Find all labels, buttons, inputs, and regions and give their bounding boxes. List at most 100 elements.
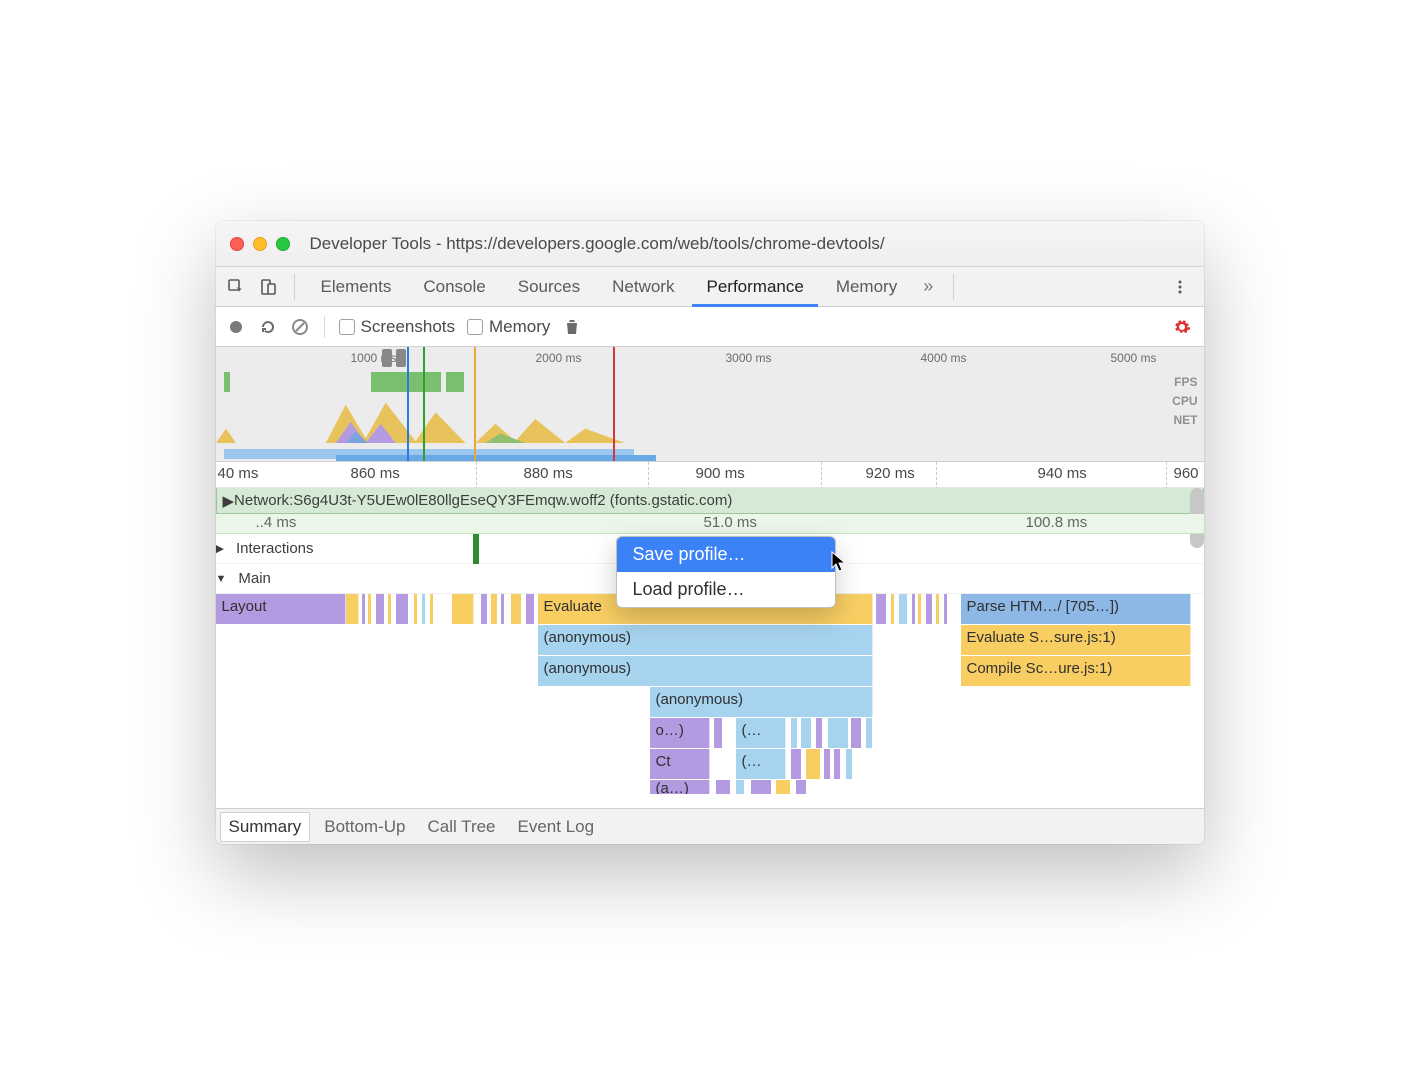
- flame-a[interactable]: (a…): [650, 780, 710, 794]
- flame-bar[interactable]: [751, 780, 771, 794]
- flame-bar[interactable]: [796, 780, 806, 794]
- frame-duration: ..4 ms: [256, 514, 297, 531]
- flame-bar[interactable]: [866, 718, 872, 748]
- maximize-window-icon[interactable]: [276, 237, 290, 251]
- flame-bar[interactable]: [422, 594, 425, 624]
- flame-bar[interactable]: [716, 780, 730, 794]
- devtools-tabbar: Elements Console Sources Network Perform…: [216, 267, 1204, 307]
- flame-bar[interactable]: [430, 594, 433, 624]
- flame-bar[interactable]: [452, 594, 474, 624]
- tab-bottom-up[interactable]: Bottom-Up: [316, 813, 413, 841]
- memory-checkbox[interactable]: Memory: [467, 317, 550, 337]
- main-label: Main: [230, 570, 271, 587]
- tab-elements[interactable]: Elements: [307, 267, 406, 307]
- flame-bar[interactable]: [899, 594, 907, 624]
- clear-icon[interactable]: [290, 317, 310, 337]
- tab-network[interactable]: Network: [598, 267, 688, 307]
- flame-anonymous[interactable]: (anonymous): [650, 687, 873, 717]
- flame-anonymous[interactable]: (anonymous): [538, 656, 873, 686]
- close-window-icon[interactable]: [230, 237, 244, 251]
- kebab-menu-icon[interactable]: [1166, 273, 1194, 301]
- flame-bar[interactable]: [362, 594, 365, 624]
- flame-bar[interactable]: [816, 718, 822, 748]
- titlebar[interactable]: Developer Tools - https://developers.goo…: [216, 221, 1204, 267]
- flame-bar[interactable]: [912, 594, 915, 624]
- inspect-element-icon[interactable]: [222, 273, 250, 301]
- flame-bar[interactable]: [481, 594, 487, 624]
- reload-record-icon[interactable]: [258, 317, 278, 337]
- flame-bar[interactable]: [876, 594, 886, 624]
- flame-compile-s[interactable]: Compile Sc…ure.js:1): [961, 656, 1191, 686]
- flame-bar[interactable]: [936, 594, 939, 624]
- flame-bar[interactable]: [776, 780, 790, 794]
- ruler-tick: 900 ms: [696, 465, 745, 482]
- flame-bar[interactable]: [828, 718, 848, 748]
- flame-bar[interactable]: [491, 594, 497, 624]
- devtools-window: Developer Tools - https://developers.goo…: [216, 221, 1204, 844]
- overview-selection-handle[interactable]: [396, 349, 406, 367]
- flame-o[interactable]: o…): [650, 718, 710, 748]
- flame-layout[interactable]: Layout: [216, 594, 346, 624]
- flame-chart-area[interactable]: ▶ Network :S6g4U3t-Y5UEw0lE80llgEseQY3FE…: [216, 488, 1204, 808]
- separator: [294, 274, 295, 300]
- frame-duration: 100.8 ms: [1026, 514, 1088, 531]
- flame-bar[interactable]: [846, 749, 852, 779]
- timeline-overview[interactable]: 1000 ms 2000 ms 3000 ms 4000 ms 5000 ms …: [216, 347, 1204, 462]
- minimize-window-icon[interactable]: [253, 237, 267, 251]
- marker-dcl: [407, 347, 409, 461]
- garbage-collect-icon[interactable]: [562, 317, 582, 337]
- flame-bar[interactable]: [714, 718, 722, 748]
- flame-bar[interactable]: [926, 594, 932, 624]
- tab-call-tree[interactable]: Call Tree: [419, 813, 503, 841]
- record-icon[interactable]: [226, 317, 246, 337]
- flame-parse-html[interactable]: Parse HTM…/ [705…]): [961, 594, 1191, 624]
- flame-bar[interactable]: [824, 749, 830, 779]
- context-menu-load-profile[interactable]: Load profile…: [617, 572, 835, 607]
- flame-paren[interactable]: (…: [736, 749, 786, 779]
- flame-bar[interactable]: [791, 718, 797, 748]
- context-menu-save-profile[interactable]: Save profile…: [617, 537, 835, 572]
- tab-console[interactable]: Console: [409, 267, 499, 307]
- flame-bar[interactable]: [526, 594, 534, 624]
- flame-bar[interactable]: [736, 780, 744, 794]
- cpu-graph: [216, 395, 1154, 443]
- flame-bar[interactable]: [501, 594, 504, 624]
- flame-bar[interactable]: [918, 594, 921, 624]
- frames-row[interactable]: ..4 ms 51.0 ms 100.8 ms: [216, 514, 1204, 534]
- flame-ct[interactable]: Ct: [650, 749, 710, 779]
- tab-event-log[interactable]: Event Log: [510, 813, 603, 841]
- settings-icon[interactable]: [1172, 317, 1192, 337]
- screenshots-checkbox[interactable]: Screenshots: [339, 317, 456, 337]
- tab-summary[interactable]: Summary: [220, 812, 311, 842]
- tab-memory[interactable]: Memory: [822, 267, 911, 307]
- ruler-tick: 960: [1174, 465, 1199, 482]
- flame-bar[interactable]: [368, 594, 371, 624]
- tab-performance[interactable]: Performance: [692, 267, 817, 307]
- flame-bar[interactable]: [834, 749, 840, 779]
- more-tabs-icon[interactable]: »: [915, 276, 941, 297]
- main-thread-flame-chart[interactable]: Layout Evaluate Parse HTM…/: [216, 594, 1204, 789]
- fps-bar: [446, 372, 464, 392]
- flame-bar[interactable]: [396, 594, 408, 624]
- screenshots-label: Screenshots: [361, 317, 456, 337]
- flame-bar[interactable]: [801, 718, 811, 748]
- overview-selection-handle[interactable]: [382, 349, 392, 367]
- flame-bar[interactable]: [806, 749, 820, 779]
- flame-bar[interactable]: [388, 594, 391, 624]
- flame-bar[interactable]: [851, 718, 861, 748]
- flame-bar[interactable]: [511, 594, 521, 624]
- flame-paren[interactable]: (…: [736, 718, 786, 748]
- flame-bar[interactable]: [376, 594, 384, 624]
- tab-sources[interactable]: Sources: [504, 267, 594, 307]
- timeline-ruler[interactable]: 40 ms 860 ms 880 ms 900 ms 920 ms 940 ms…: [216, 462, 1204, 488]
- flame-evaluate-s[interactable]: Evaluate S…sure.js:1): [961, 625, 1191, 655]
- flame-bar[interactable]: [891, 594, 894, 624]
- network-group-row[interactable]: ▶ Network :S6g4U3t-Y5UEw0lE80llgEseQY3FE…: [216, 488, 1204, 514]
- network-label: Network: [234, 492, 289, 509]
- flame-bar[interactable]: [346, 594, 359, 624]
- flame-bar[interactable]: [791, 749, 801, 779]
- flame-bar[interactable]: [414, 594, 417, 624]
- flame-anonymous[interactable]: (anonymous): [538, 625, 873, 655]
- device-toolbar-icon[interactable]: [254, 273, 282, 301]
- flame-bar[interactable]: [944, 594, 947, 624]
